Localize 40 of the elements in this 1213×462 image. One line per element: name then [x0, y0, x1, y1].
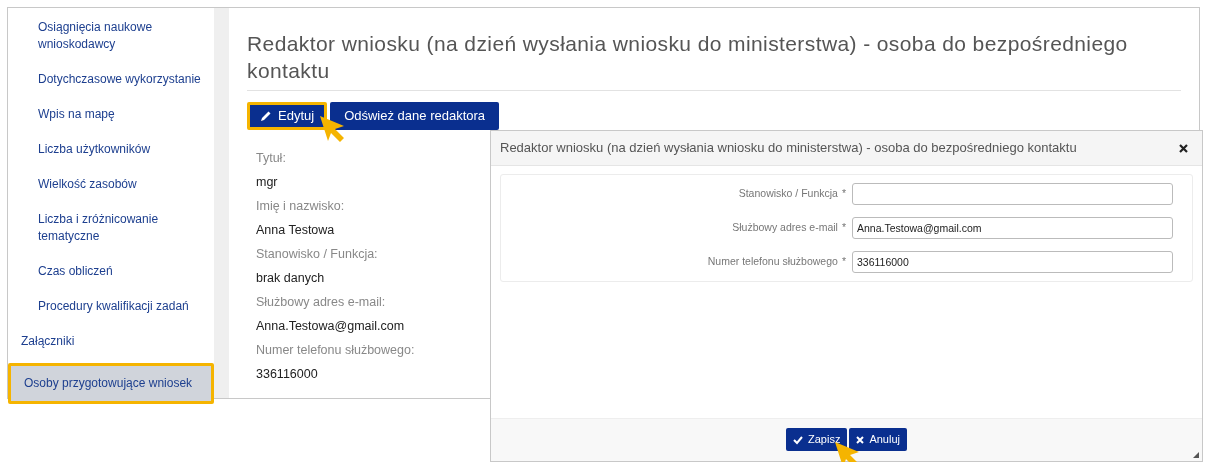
close-icon — [856, 435, 865, 444]
sidebar-item[interactable]: Liczba użytkowników — [8, 132, 214, 167]
sidebar-item[interactable]: Wielkość zasobów — [8, 167, 214, 202]
sidebar-item[interactable]: Czas obliczeń — [8, 254, 214, 289]
sidebar-item[interactable]: Osiągnięcia naukowe wnioskodawcy — [8, 10, 214, 62]
close-icon[interactable] — [1179, 143, 1188, 153]
text-field[interactable]: 336116000 — [852, 251, 1173, 273]
resize-handle-icon[interactable] — [1193, 452, 1199, 458]
field-label: Służbowy adres e-mail: — [256, 294, 386, 311]
field-label: Imię i nazwisko: — [256, 198, 345, 215]
field-value: Anna.Testowa@gmail.com — [256, 318, 405, 335]
pencil-icon — [260, 110, 272, 122]
field-label: Tytuł: — [256, 150, 286, 167]
save-button[interactable]: Zapisz — [786, 428, 848, 451]
field-label: Numer telefonu służbowego: — [256, 342, 415, 359]
field-value: 336116000 — [256, 366, 318, 383]
field-label: Stanowisko / Funkcja: — [256, 246, 378, 263]
sidebar-item[interactable]: Załączniki — [8, 324, 214, 359]
field-value: mgr — [256, 174, 278, 191]
required-mark: * — [841, 220, 846, 236]
field-value: brak danych — [256, 270, 325, 287]
sidebar-item[interactable]: Liczba i zróżnicowanie tematyczne — [8, 202, 214, 254]
sidebar-item[interactable]: Osoby przygotowujące wniosek — [8, 363, 214, 404]
required-mark: * — [841, 186, 846, 202]
text-field[interactable]: Anna.Testowa@gmail.com — [852, 217, 1173, 239]
sidebar-item[interactable]: Wpis na mapę — [8, 97, 214, 132]
form-label: Numer telefonu służbowego — [707, 254, 838, 270]
text-field[interactable] — [852, 183, 1173, 205]
sidebar-item[interactable]: Procedury kwalifikacji zadań — [8, 289, 214, 324]
refresh-button[interactable]: Odśwież dane redaktora — [330, 102, 500, 130]
check-icon — [793, 434, 803, 445]
dialog-title: Redaktor wniosku (na dzień wysłania wniosku do ministerstwa) - osoba do bezpośredniego kontaktu — [500, 139, 1077, 158]
section-title: Redaktor wniosku (na dzień wysłania wniosku do ministerstwa) - osoba do bezpośredniego kontaktu — [247, 30, 1181, 91]
cancel-button[interactable]: Anuluj — [849, 428, 907, 451]
sidebar-item[interactable]: Dotychczasowe wykorzystanie — [8, 62, 214, 97]
required-mark: * — [841, 254, 846, 270]
edit-button[interactable]: Edytuj — [247, 102, 328, 130]
form-label: Służbowy adres e-mail — [732, 220, 838, 236]
field-value: Anna Testowa — [256, 222, 335, 239]
form-label: Stanowisko / Funkcja — [738, 186, 838, 202]
